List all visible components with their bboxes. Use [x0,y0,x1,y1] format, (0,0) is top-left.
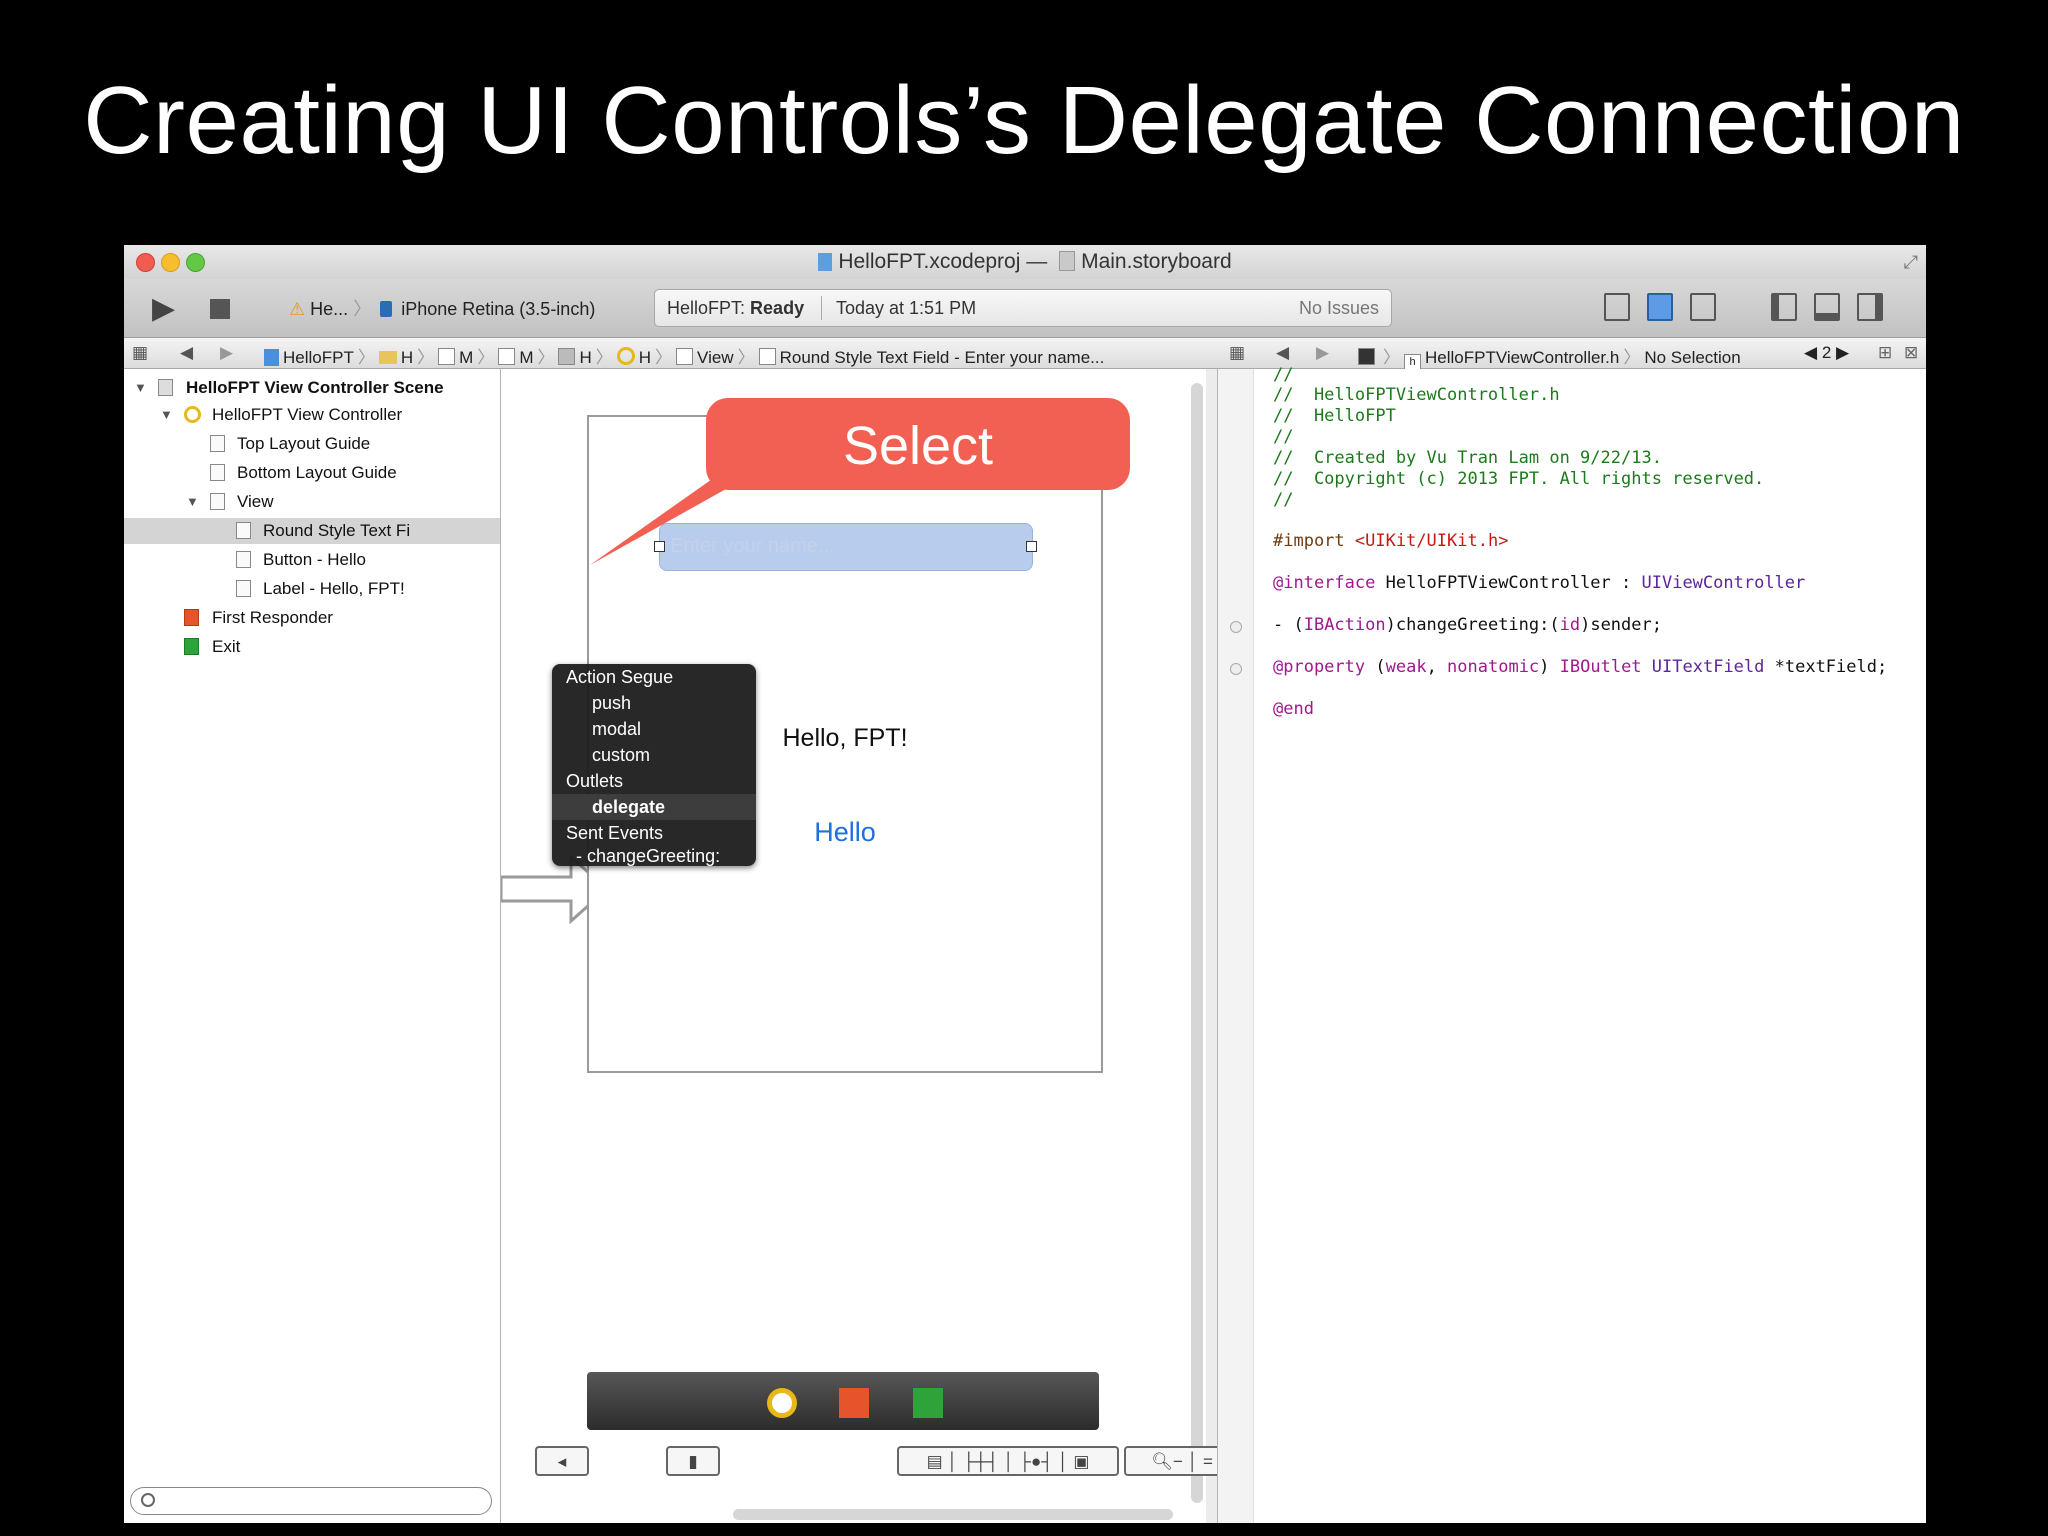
select-callout: Select [706,398,1130,490]
callout-text: Select [842,416,994,476]
callout-pointer [590,470,760,565]
